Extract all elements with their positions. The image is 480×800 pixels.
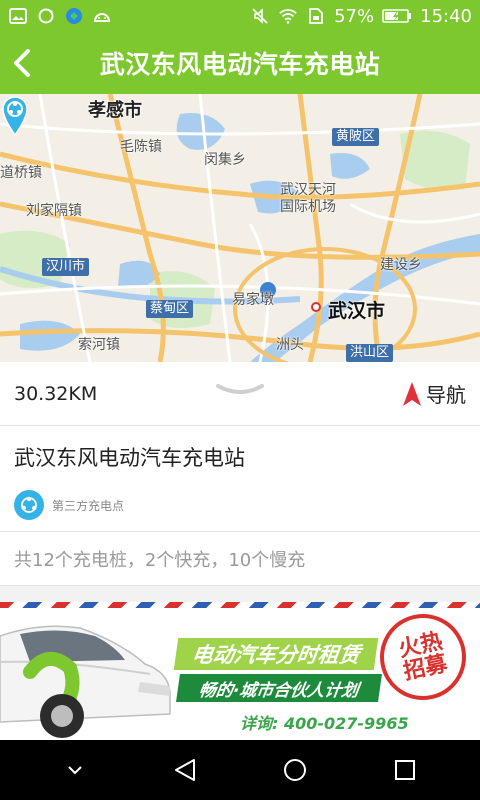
navigate-label: 导航 bbox=[426, 383, 466, 407]
map-view[interactable]: 孝感市 毛陈镇 黄陂区 道桥镇 闵集乡 刘家隔镇 武汉天河 国际机场 汉川市 建… bbox=[0, 94, 480, 362]
distance-row: 30.32KM 导航 bbox=[0, 362, 480, 426]
sim-icon bbox=[306, 6, 326, 26]
map-label-hanchuan: 汉川市 bbox=[42, 258, 90, 276]
map-label-yijiadun: 易家墩 bbox=[232, 292, 274, 308]
back-nav-button[interactable] bbox=[165, 750, 205, 790]
map-label-wuhan: 武汉市 bbox=[328, 300, 386, 322]
map-label-xiaogan: 孝感市 bbox=[88, 100, 142, 121]
chevron-down-icon bbox=[68, 766, 82, 775]
recruit-stamp: 火热 招募 bbox=[371, 605, 475, 709]
navigate-button[interactable]: 导航 bbox=[402, 379, 466, 408]
back-chevron-icon bbox=[14, 49, 30, 77]
status-bar: 57% 15:40 bbox=[0, 0, 480, 32]
battery-icon bbox=[382, 6, 412, 26]
home-circle-icon bbox=[284, 759, 306, 781]
distance-value: 30.32KM bbox=[14, 382, 98, 405]
map-canvas bbox=[0, 94, 480, 362]
app-root: 57% 15:40 武汉东风电动汽车充电站 孝感市 毛陈镇 黄陂区 道桥镇 闵集… bbox=[0, 0, 480, 800]
location-pin-icon[interactable] bbox=[0, 94, 30, 136]
banner-phone: 详询: 400-027-9965 bbox=[240, 714, 409, 733]
android-debug-icon bbox=[92, 6, 112, 26]
map-label-daoqiao: 道桥镇 bbox=[0, 165, 42, 181]
map-label-hongshan: 洪山区 bbox=[346, 344, 394, 362]
title-bar: 武汉东风电动汽车充电站 bbox=[0, 32, 480, 94]
banner-subtitle: 畅的·城市合伙人计划 bbox=[176, 674, 382, 702]
car-image bbox=[0, 625, 171, 738]
map-label-minji: 闵集乡 bbox=[204, 152, 246, 168]
map-label-caidian: 蔡甸区 bbox=[146, 300, 194, 318]
ad-banner[interactable]: 电动汽车分时租赁 畅的·城市合伙人计划 详询: 400-027-9965 火热 … bbox=[0, 602, 480, 740]
image-icon bbox=[8, 6, 28, 26]
map-label-suohe: 索河镇 bbox=[78, 337, 120, 353]
hide-keyboard-button[interactable] bbox=[55, 750, 95, 790]
clock: 15:40 bbox=[420, 5, 472, 27]
map-label-maochen: 毛陈镇 bbox=[120, 139, 162, 155]
share-icon bbox=[14, 490, 44, 520]
drag-handle-icon[interactable] bbox=[215, 382, 265, 398]
section-divider bbox=[0, 586, 480, 602]
status-right: 57% 15:40 bbox=[250, 6, 472, 27]
wifi-icon bbox=[278, 6, 298, 26]
recents-square-icon bbox=[395, 760, 415, 780]
home-nav-button[interactable] bbox=[275, 750, 315, 790]
pile-summary: 共12个充电桩，2个快充，10个慢充 bbox=[0, 532, 480, 586]
station-type-label: 第三方充电点 bbox=[52, 498, 125, 513]
banner-title: 电动汽车分时租赁 bbox=[173, 638, 379, 670]
recents-nav-button[interactable] bbox=[385, 750, 425, 790]
sync-icon bbox=[36, 6, 56, 26]
map-label-jianshe: 建设乡 bbox=[380, 257, 422, 273]
page-title: 武汉东风电动汽车充电站 bbox=[99, 50, 381, 79]
navigation-arrow-icon bbox=[403, 381, 421, 406]
map-label-zhoutou: 洲头 bbox=[276, 337, 304, 353]
station-info: 武汉东风电动汽车充电站 第三方充电点 bbox=[0, 426, 480, 532]
pile-summary-text: 共12个充电桩，2个快充，10个慢充 bbox=[14, 549, 306, 571]
map-label-huangpi: 黄陂区 bbox=[332, 128, 380, 146]
station-name: 武汉东风电动汽车充电站 bbox=[14, 446, 245, 470]
mute-icon bbox=[250, 6, 270, 26]
map-label-liujiagedi: 刘家隔镇 bbox=[26, 203, 82, 219]
map-label-airport: 武汉天河 国际机场 bbox=[280, 182, 336, 215]
system-nav-bar bbox=[0, 740, 480, 800]
back-triangle-icon bbox=[175, 759, 195, 781]
status-left-icons bbox=[8, 6, 112, 26]
station-type: 第三方充电点 bbox=[14, 490, 466, 520]
battery-percent: 57% bbox=[334, 5, 375, 27]
back-button[interactable] bbox=[0, 32, 44, 94]
app-icon bbox=[64, 6, 84, 26]
